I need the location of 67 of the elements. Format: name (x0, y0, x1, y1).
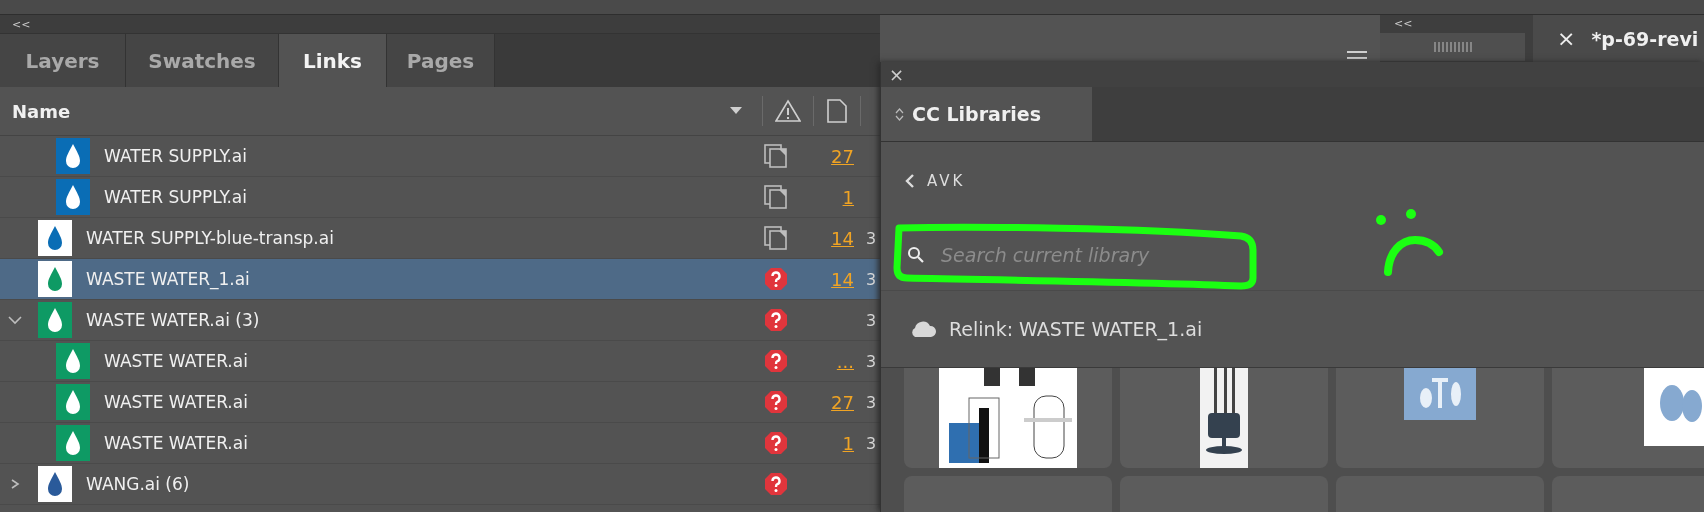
page-number-link[interactable]: 14 (831, 227, 854, 249)
search-icon (907, 246, 925, 264)
page-number-link[interactable]: 27 (831, 391, 854, 413)
asset-card[interactable] (904, 368, 1112, 468)
link-row[interactable]: WASTE WATER_1.ai 14 3 (0, 259, 880, 300)
page-number-link[interactable]: 1 (842, 186, 854, 208)
placed-page-icon (764, 185, 788, 209)
table-cell: 3 (866, 310, 877, 330)
table-cell: 3 (866, 351, 877, 371)
link-name: WASTE WATER.ai (104, 433, 248, 453)
column-header[interactable]: Name (12, 100, 730, 122)
close-button[interactable]: × (1557, 26, 1576, 51)
back-link[interactable]: AVK (905, 172, 995, 190)
missing-link-icon (764, 308, 788, 332)
table-cell: 3 (866, 392, 877, 412)
link-name: WASTE WATER.ai (104, 351, 248, 371)
warning-icon[interactable] (775, 99, 801, 123)
document-title: *p-69-revi (1591, 27, 1699, 50)
link-row[interactable]: WASTE WATER.ai ... 3 (0, 341, 880, 382)
table-cell: 3 (866, 433, 877, 453)
expand-chevron-icon[interactable] (8, 315, 22, 325)
link-name: WATER SUPPLY.ai (104, 187, 247, 207)
collapse-button[interactable]: << (12, 17, 31, 31)
panel-tab[interactable]: Layers (0, 34, 126, 87)
link-name: WASTE WATER.ai (3) (86, 310, 260, 330)
page-number-link[interactable]: 1 (842, 432, 854, 454)
missing-link-icon (764, 431, 788, 455)
grip-icon[interactable] (1432, 42, 1473, 52)
page-number-link[interactable]: 27 (831, 145, 854, 167)
document-tab[interactable]: × *p-69-revi (1533, 15, 1704, 62)
tab-label: CC Libraries (912, 103, 1041, 125)
link-row[interactable]: WASTE WATER.ai (3) 3 (0, 300, 880, 341)
panel-tab[interactable]: CC Libraries (881, 87, 1092, 141)
table-cell: 3 (866, 228, 877, 248)
asset-card[interactable] (1552, 368, 1704, 468)
link-name: WASTE WATER_1.ai (86, 269, 250, 289)
page-icon[interactable] (826, 99, 848, 123)
link-row[interactable]: WASTE WATER.ai 27 3 (0, 382, 880, 423)
relink-label: Relink: WASTE WATER_1.ai (949, 318, 1203, 340)
updown-icon (895, 106, 904, 122)
link-row[interactable]: WASTE WATER.ai 1 3 (0, 423, 880, 464)
link-name: WASTE WATER.ai (104, 392, 248, 412)
link-row[interactable]: WATER SUPPLY.ai 1 (0, 177, 880, 218)
placed-page-icon (764, 226, 788, 250)
panel-tab[interactable]: Swatches (126, 34, 279, 87)
missing-link-icon (764, 390, 788, 414)
link-name: WATER SUPPLY.ai (104, 146, 247, 166)
caret-icon[interactable] (730, 107, 742, 115)
close-button[interactable]: × (889, 65, 905, 84)
link-row[interactable]: WATER SUPPLY.ai 27 (0, 136, 880, 177)
missing-link-icon (764, 349, 788, 373)
panel-tab[interactable]: Pages (387, 34, 495, 87)
link-name: WATER SUPPLY-blue-transp.ai (86, 228, 334, 248)
panel-grip[interactable] (1380, 33, 1525, 61)
link-name: WANG.ai (6) (86, 474, 190, 494)
table-cell: 3 (866, 269, 877, 289)
chevron-left-icon[interactable] (905, 174, 915, 188)
missing-link-icon (764, 267, 788, 291)
menu-icon[interactable] (1347, 51, 1367, 59)
panel-tab[interactable]: Links (279, 34, 387, 87)
collapse-button[interactable]: << (1394, 17, 1413, 30)
cloud-icon (909, 320, 937, 338)
link-row[interactable]: WANG.ai (6) (0, 464, 880, 505)
page-number-link[interactable]: ... (836, 350, 854, 372)
asset-card[interactable] (1120, 368, 1328, 468)
missing-link-icon (764, 472, 788, 496)
placed-page-icon (764, 144, 788, 168)
